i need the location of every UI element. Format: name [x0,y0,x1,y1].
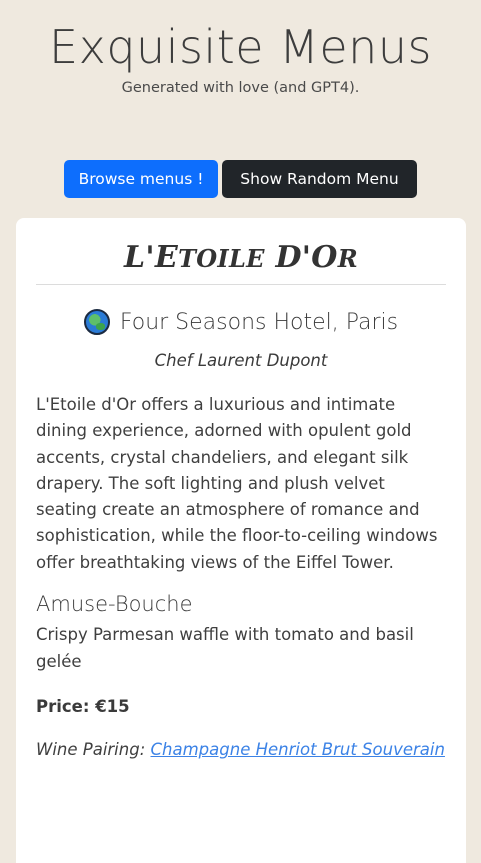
chef-name: Chef Laurent Dupont [154,351,328,370]
restaurant-name-part: L'E [124,240,179,275]
restaurant-location: Four Seasons Hotel, Paris [36,309,446,335]
restaurant-name-part: R [337,244,358,273]
menu-card: L'ETOILE D'OR Four Seasons Hotel, Paris … [16,218,466,863]
course-description: Crispy Parmesan waffle with tomato and b… [36,625,414,672]
restaurant-name-part: TOILE [178,244,265,273]
action-buttons: Browse menus ! Show Random Menu [0,160,481,198]
globe-icon [83,309,110,335]
divider [36,284,446,285]
restaurant-name-part: D'O [264,240,338,275]
wine-pairing-label: Wine Pairing: [36,740,151,760]
browse-menus-button[interactable]: Browse menus ! [64,160,218,198]
random-menu-button[interactable]: Show Random Menu [222,160,417,198]
restaurant-name: L'ETOILE D'OR [36,218,446,284]
wine-pairing-link[interactable]: Champagne Henriot Brut Souverain [151,740,445,759]
restaurant-description: L'Etoile d'Or offers a luxurious and int… [36,395,438,572]
course-title: Amuse-Bouche [36,592,193,617]
location-text: Four Seasons Hotel, Paris [119,309,399,335]
site-subtitle: Generated with love (and GPT4). [121,80,360,96]
site-title: Exquisite Menus [49,20,432,74]
wine-pairing: Wine Pairing: Champagne Henriot Brut Sou… [36,736,446,763]
site-header: Exquisite Menus Generated with love (and… [0,0,481,96]
course-price: Price: €15 [36,697,130,717]
